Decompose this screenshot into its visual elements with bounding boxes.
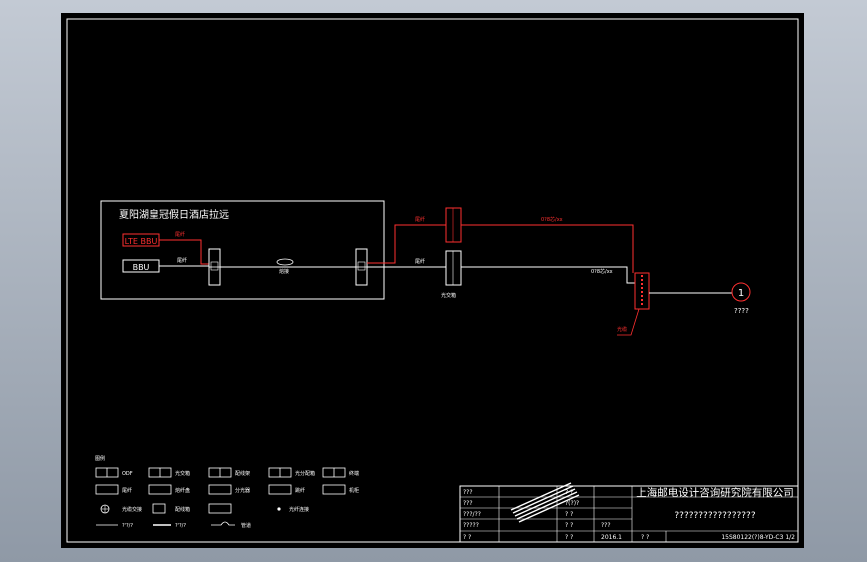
white-long-cable-label: 0?8芯/xx — [591, 268, 613, 275]
lte-bbu-label: LTE BBU — [125, 237, 158, 246]
title-left-label: ??? — [463, 500, 473, 507]
title-mid-value: ??? — [601, 522, 611, 529]
red-mid-cable-label: 尾纤 — [415, 216, 425, 223]
legend-symbol — [148, 484, 172, 495]
legend-symbol — [268, 484, 292, 495]
legend-symbol — [152, 503, 166, 514]
legend-label: 熔纤盘 — [175, 487, 190, 494]
red-left-cable-label: 尾纤 — [175, 231, 185, 238]
endpoint-caption: ???? — [734, 307, 749, 315]
title-mid-label: ? ? — [565, 534, 573, 541]
legend-label: 终端 — [349, 470, 359, 477]
legend-label: 机柜 — [349, 487, 359, 494]
legend-symbol — [322, 484, 346, 495]
title-mid-label: ?(?)? — [565, 500, 579, 507]
red-long-cable-label: 0?8芯/xx — [541, 216, 563, 223]
legend-label: 跳纤 — [295, 487, 305, 494]
legend-row-2: 尾纤 熔纤盘 分光器 跳纤 机柜 — [95, 484, 359, 495]
legend-label: 配线箱 — [175, 506, 190, 513]
legend-label: 光分配箱 — [295, 470, 315, 477]
legend-symbol — [95, 484, 119, 495]
legend-label: 光纤连接 — [289, 506, 309, 513]
legend-label: 配线架 — [235, 470, 250, 477]
title-mid-label: ? ? — [565, 511, 573, 518]
legend-row-3: 光缆交接 配线箱 光纤连接 — [100, 503, 309, 514]
white-mid-cable-label: 尾纤 — [415, 258, 425, 265]
legend-label: 尾纤 — [122, 487, 132, 494]
legend-label: 光交箱 — [175, 470, 190, 477]
legend-label: ?'?/? — [175, 523, 186, 529]
legend-symbol — [208, 484, 232, 495]
legend-title: 图例 — [95, 455, 105, 462]
legend-symbol — [277, 507, 281, 511]
odf-box-label: 光交箱 — [441, 292, 456, 299]
legend-label: ?'?/? — [122, 523, 133, 529]
red-cross-box — [445, 207, 462, 243]
company-name: 上海邮电设计咨询研究院有限公司 — [636, 486, 794, 499]
white-odf-box — [445, 250, 462, 286]
red-fiber-to-cross-box — [367, 224, 446, 264]
legend-label: 分光器 — [235, 487, 250, 494]
diagram-canvas: 夏阳湖皇冠假日酒店拉远 LTE BBU BBU 尾纤 尾纤 熔接 尾纤 尾纤 光… — [66, 18, 799, 543]
title-block: ??? ??? ???/?? ????? ? ? ? ? ?(?)? ? ? ?… — [459, 482, 799, 543]
drawing-title: ????????????????? — [674, 511, 755, 521]
odf-frame-2-port — [357, 261, 366, 271]
legend-label: 管道 — [241, 522, 251, 529]
drawing-number: 15S80122(?)8-YD-C3 1/2 — [721, 534, 795, 541]
title-left-label: ????? — [463, 522, 479, 529]
title-date-value: 2016.1 — [601, 534, 622, 541]
title-left-label: ? ? — [463, 534, 471, 541]
date-label: ? ? — [641, 534, 649, 541]
legend-row-1: ODF 光交箱 配线架 光分配箱 终端 — [95, 467, 359, 478]
title-mid-label: ? ? — [565, 489, 573, 496]
red-trunk-cable — [461, 224, 634, 273]
drawing-sheet: 夏阳湖皇冠假日酒店拉远 LTE BBU BBU 尾纤 尾纤 熔接 尾纤 尾纤 光… — [61, 13, 804, 548]
legend-row-4: ?'?/? ?'?/? 管道 — [96, 521, 251, 529]
title-mid-label: ? ? — [565, 522, 573, 529]
title-left-label: ??? — [463, 489, 473, 496]
site-box-title: 夏阳湖皇冠假日酒店拉远 — [119, 208, 229, 221]
cable-coil-icon — [276, 258, 294, 266]
bbu-label: BBU — [133, 263, 150, 272]
odf-frame-1-port — [210, 261, 219, 271]
splice-enclosure-label: 光缆 — [617, 326, 627, 333]
legend-label: 光缆交接 — [122, 506, 142, 513]
white-left-cable-label: 尾纤 — [177, 257, 187, 264]
legend-symbol — [208, 503, 232, 514]
title-left-label: ???/?? — [463, 511, 481, 518]
endpoint-number: 1 — [738, 288, 744, 299]
legend-symbol — [211, 521, 235, 526]
inner-frame — [66, 18, 799, 543]
splice-label: 熔接 — [279, 268, 289, 275]
legend-label: ODF — [122, 471, 133, 477]
